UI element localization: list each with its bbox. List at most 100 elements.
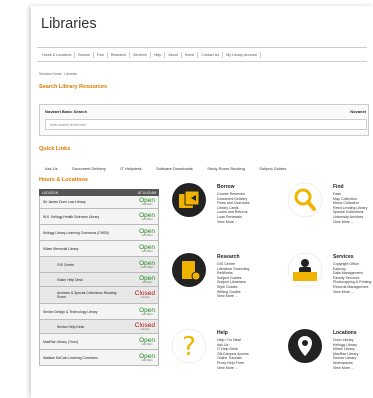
hours-location-name[interactable]: Killam Memorial Library [43, 247, 78, 251]
hours-row[interactable]: W.K. Kellogg Health Sciences Library Open… [39, 209, 159, 225]
magnifier-icon [287, 182, 323, 218]
nav-about[interactable]: About [165, 51, 182, 58]
hours-status-label: Open [139, 259, 155, 267]
locations-title: Locations [333, 330, 357, 336]
desk-icon [287, 252, 323, 288]
nav-borrow[interactable]: Borrow [75, 51, 94, 58]
nav-services[interactable]: Services [130, 51, 151, 58]
services-title: Services [333, 254, 354, 260]
breadcrumb[interactable]: Services Home › Libraries [39, 72, 77, 76]
search-input[interactable]: enter search terms here [45, 119, 367, 130]
nav-help[interactable]: Help [151, 51, 166, 58]
hours-status-note: until 10pm [141, 249, 153, 253]
hours-location-name[interactable]: W.K. Kellogg Health Sciences Library [43, 215, 99, 219]
quick-link-software-downloads[interactable]: Software Downloads [156, 166, 193, 171]
find-links: Data Map Collection Music Collection Ree… [333, 192, 367, 224]
hours-row[interactable]: Sexton Help Desk Closed currently [39, 320, 159, 334]
research-title: Research [217, 254, 240, 260]
hours-status: Closed currently [134, 321, 155, 331]
hours-heading: Hours & Locations [39, 177, 88, 183]
hours-status: Open until 4:30pm [139, 259, 155, 269]
quick-link-it-helpdesk[interactable]: IT Helpdesk [120, 166, 141, 171]
nav-research[interactable]: Research [108, 51, 131, 58]
services-link[interactable]: Records Management [333, 285, 371, 290]
search-box-label-right: Novanet [350, 109, 366, 114]
hours-status-label: Open [139, 306, 155, 314]
hours-status-note: until 10pm [141, 342, 153, 346]
hours-location-name[interactable]: Sexton Help Desk [43, 325, 84, 329]
hours-location-name[interactable]: Wallace McCain Learning Commons [43, 356, 98, 360]
locations-view-more[interactable]: View More ... [333, 366, 358, 371]
hours-row[interactable]: Kellogg Library Learning Commons (CHEB) O… [39, 225, 159, 241]
hours-status-label: Open [139, 227, 155, 235]
hours-location-name[interactable]: GIS Centre [43, 263, 74, 267]
nav-find[interactable]: Find [94, 51, 108, 58]
hours-status-label: Open [139, 336, 155, 344]
hours-row[interactable]: Archives & Special Collections Reading R… [39, 287, 159, 304]
find-view-more[interactable]: View More ... [333, 220, 367, 225]
hours-row[interactable]: Killam Memorial Library Open until 10pm [39, 241, 159, 257]
quick-link-document-delivery[interactable]: Document Delivery [72, 166, 106, 171]
quick-links: Ask Us Document Delivery IT Helpdesk Sof… [45, 157, 296, 175]
hours-status-note: until 4:30pm [140, 265, 154, 269]
search-panel: Novanet Basic Search Novanet enter searc… [39, 104, 369, 136]
map-pin-icon [288, 329, 322, 363]
hours-status: Open until 10pm [139, 212, 155, 221]
category-locations: Locations Dunn Library Kellogg Library K… [287, 328, 373, 392]
hours-status-note: until 10pm [141, 312, 153, 316]
hours-row[interactable]: Killam Help Desk Open until 9pm [39, 273, 159, 287]
svg-text:?: ? [182, 332, 196, 362]
nav-my-library-account[interactable]: My Library Account [223, 51, 261, 58]
borrow-view-more[interactable]: View More ... [217, 220, 249, 225]
hours-row[interactable]: GIS Centre Open until 4:30pm [39, 257, 159, 273]
hours-location-name[interactable]: Killam Help Desk [43, 278, 83, 282]
hours-table: LOCATION AT 10:00 AM Sir James Dunn Law … [39, 189, 159, 366]
help-links: Help / I'm New! Ask Us IT Help Desk Off-… [217, 338, 249, 370]
hours-status: Open until 9pm [139, 274, 155, 284]
locations-links: Dunn Library Kellogg Library Killam Libr… [333, 338, 358, 370]
nav-hours-locations[interactable]: Hours & Locations [39, 51, 76, 58]
research-links: GIS Centre Literature Searching RefWorks… [217, 262, 249, 299]
hours-status-note: until 10pm [141, 358, 153, 362]
hours-row[interactable]: Sexton Design & Technology Library Open un… [39, 304, 159, 320]
hours-location-name[interactable]: Archives & Special Collections Reading R… [43, 291, 121, 299]
nav-contact-us[interactable]: Contact Us [198, 51, 224, 58]
nav-home[interactable]: Home [182, 51, 199, 58]
quick-links-heading: Quick Links [39, 146, 71, 152]
quick-link-subject-guides[interactable]: Subject Guides [259, 166, 286, 171]
hours-status-note: until 10pm [141, 233, 153, 237]
help-view-more[interactable]: View More ... [217, 366, 249, 371]
search-heading: Search Library Resources [39, 84, 108, 90]
quick-link-ask-us[interactable]: Ask Us [45, 166, 58, 171]
hours-row[interactable]: Wallace McCain Learning Commons Open until… [39, 350, 159, 366]
category-find: Find Data Map Collection Music Collectio… [287, 182, 373, 242]
find-title: Find [333, 184, 344, 190]
services-view-more[interactable]: View More ... [333, 290, 371, 295]
book-lightbulb-icon [172, 253, 206, 287]
borrow-title: Borrow [217, 184, 235, 190]
hours-location-name[interactable]: MacRae Library (Truro) [43, 340, 78, 344]
hours-location-name[interactable]: Sexton Design & Technology Library [43, 310, 98, 314]
quick-link-study-room-booking[interactable]: Study Room Booking [207, 166, 245, 171]
hours-location-name[interactable]: Sir James Dunn Law Library [43, 200, 86, 204]
category-services: Services Copyright Office Ezproxy Data M… [287, 252, 373, 320]
page-container: Libraries Hours & Locations Borrow Find … [31, 6, 373, 398]
hours-location-name[interactable]: Kellogg Library Learning Commons (CHEB) [43, 231, 109, 235]
research-view-more[interactable]: View More ... [217, 294, 249, 299]
hours-row[interactable]: Sir James Dunn Law Library Open until 10pm [39, 196, 159, 209]
hours-status: Open until 10pm [139, 227, 155, 237]
hours-row[interactable]: MacRae Library (Truro) Open until 10pm [39, 334, 159, 350]
find-link[interactable]: University Archives [333, 215, 367, 220]
help-link[interactable]: Proxy Help Form [217, 361, 249, 366]
books-icon [172, 183, 206, 217]
hours-status-label: Closed [134, 321, 155, 329]
hours-status: Open until 10pm [139, 197, 155, 206]
hours-status-label: Open [139, 243, 155, 251]
hours-rows: Sir James Dunn Law Library Open until 10pm… [39, 196, 159, 366]
borrow-link[interactable]: Course Reserves [217, 192, 249, 197]
question-mark-icon: ? [171, 328, 207, 364]
hours-status: Open until 10pm [139, 353, 155, 362]
services-links: Copyright Office Ezproxy Data Management… [333, 262, 371, 294]
category-help: ? Help Help / I'm New! Ask Us IT Help De… [171, 328, 271, 392]
hours-status-label: Open [139, 274, 155, 282]
